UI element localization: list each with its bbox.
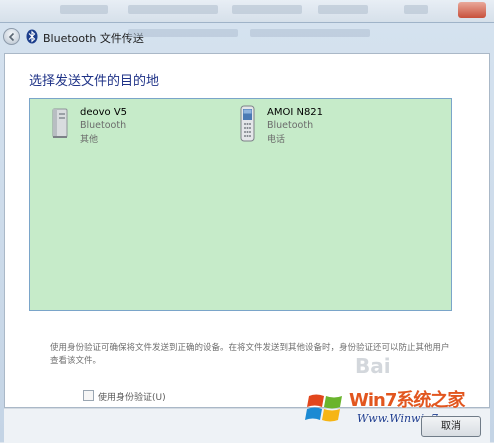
arrow-left-icon bbox=[8, 32, 15, 42]
blurred-text bbox=[318, 5, 368, 14]
baidu-watermark: Bai bbox=[355, 354, 391, 378]
mobile-phone-icon bbox=[240, 105, 255, 142]
back-button[interactable] bbox=[3, 28, 20, 45]
page-heading: 选择发送文件的目的地 bbox=[29, 74, 160, 89]
content-pane: 选择发送文件的目的地 deovo V5 Bluetooth 其他 AMOI N8… bbox=[4, 53, 490, 408]
device-name: deovo V5 bbox=[80, 107, 128, 118]
device-category: 电话 bbox=[267, 135, 286, 145]
blurred-text bbox=[232, 5, 302, 14]
device-item-deovo-v5[interactable]: deovo V5 Bluetooth 其他 bbox=[48, 104, 198, 146]
blurred-text bbox=[404, 5, 428, 14]
windows-logo-icon bbox=[305, 394, 342, 422]
blurred-text bbox=[60, 5, 108, 14]
blurred-text bbox=[250, 29, 370, 37]
computer-tower-icon bbox=[52, 108, 68, 138]
bluetooth-icon bbox=[26, 29, 38, 44]
checkbox-box[interactable] bbox=[83, 390, 94, 401]
device-list[interactable]: deovo V5 Bluetooth 其他 AMOI N821 Bluetoot… bbox=[29, 98, 452, 311]
blurred-text bbox=[128, 5, 218, 14]
blurred-text bbox=[128, 29, 238, 37]
cancel-button[interactable]: 取消 bbox=[421, 416, 481, 437]
background-close-button bbox=[458, 2, 486, 18]
device-name: AMOI N821 bbox=[267, 107, 324, 118]
background-window-strip bbox=[0, 0, 494, 22]
watermark-brand: Win7系统之家 bbox=[349, 390, 465, 411]
checkbox-label: 使用身份验证(U) bbox=[98, 393, 166, 403]
title-bar: Bluetooth 文件传送 bbox=[0, 23, 494, 51]
authentication-checkbox[interactable]: 使用身份验证(U) bbox=[83, 390, 166, 403]
device-connection: Bluetooth bbox=[267, 120, 314, 131]
device-category: 其他 bbox=[80, 135, 99, 145]
device-item-amoi-n821[interactable]: AMOI N821 Bluetooth 电话 bbox=[235, 104, 385, 146]
device-connection: Bluetooth bbox=[80, 120, 127, 131]
